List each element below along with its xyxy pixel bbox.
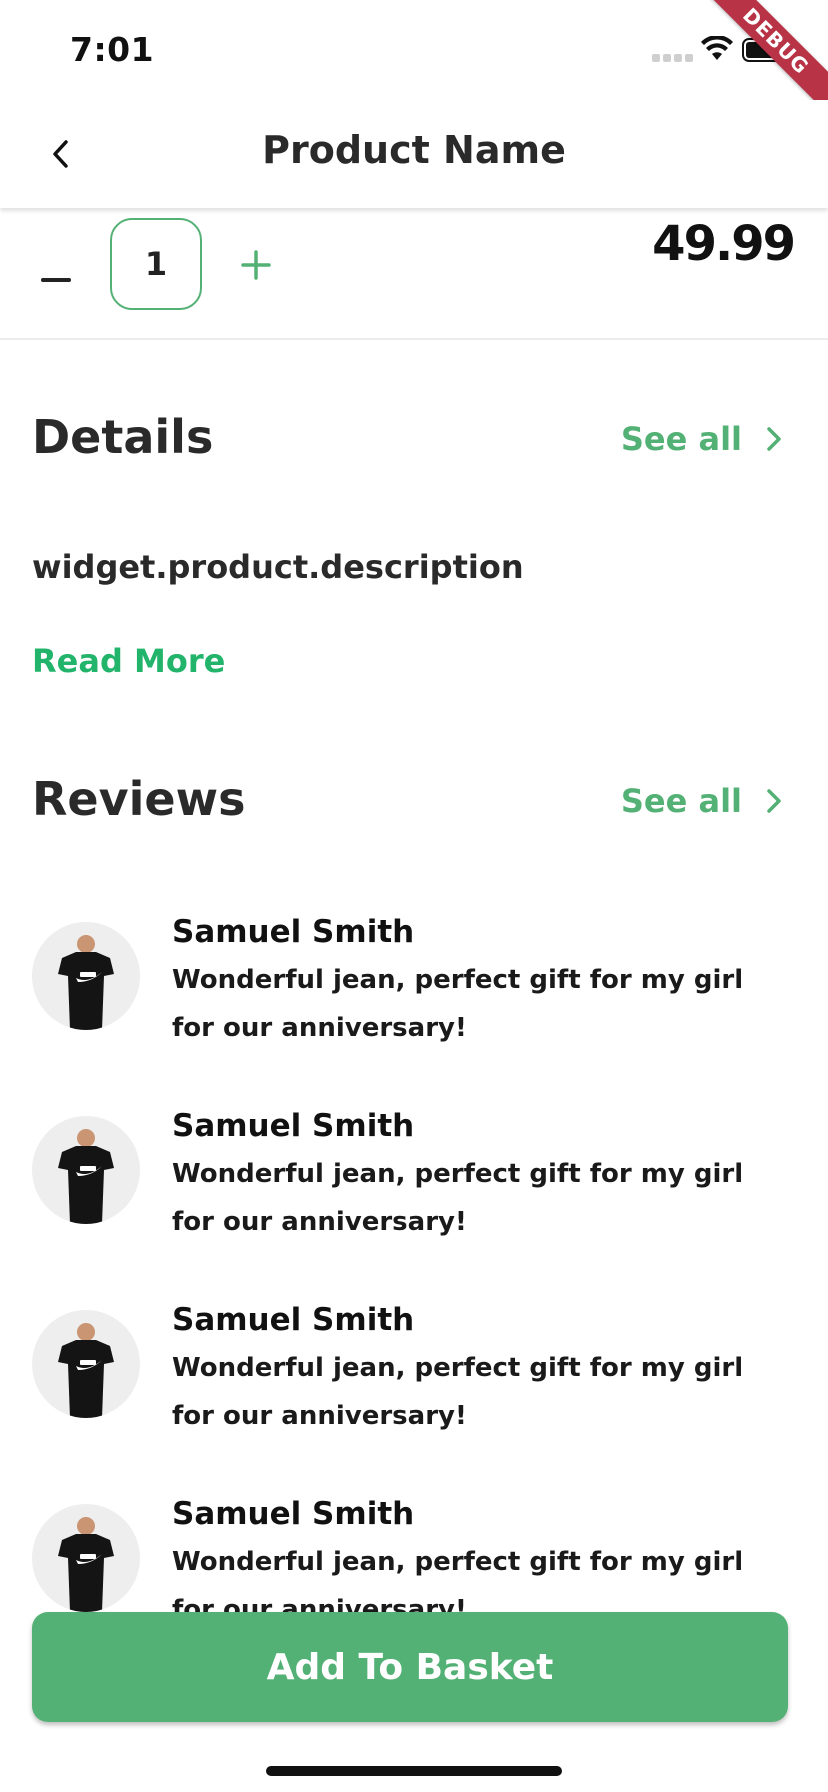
reviewer-name: Samuel Smith — [172, 1108, 415, 1144]
reviewer-avatar — [32, 1310, 140, 1418]
signal-icon — [652, 54, 693, 62]
review-text: Wonderful jean, perfect gift for my girl… — [172, 965, 744, 1043]
chevron-right-icon — [767, 427, 781, 451]
reviews-see-all-button[interactable]: See all — [621, 782, 786, 820]
product-description: widget.product.description — [32, 548, 524, 586]
see-all-label: See all — [620, 782, 742, 820]
tshirt-photo-icon — [58, 1129, 114, 1224]
reviewer-avatar — [32, 1504, 140, 1612]
quantity-row: 1 49.99 — [0, 208, 828, 340]
app-bar: Product Name — [0, 100, 828, 208]
home-indicator — [266, 1766, 562, 1776]
reviewer-name: Samuel Smith — [172, 914, 415, 950]
review-text: Wonderful jean, perfect gift for my girl… — [172, 1159, 744, 1237]
reviewer-avatar — [32, 1116, 140, 1224]
reviews-header: Reviews See all — [32, 772, 796, 832]
tshirt-photo-icon — [58, 1517, 114, 1612]
product-price: 49.99 — [652, 216, 796, 272]
reviews-title: Reviews — [32, 772, 246, 826]
details-header: Details See all — [32, 410, 796, 470]
product-detail-screen: 7:01 DEBUG Product Name 1 49.99 Details … — [0, 0, 828, 1792]
increase-quantity-button[interactable] — [234, 243, 278, 287]
see-all-label: See all — [620, 420, 742, 458]
reviewer-name: Samuel Smith — [172, 1302, 415, 1338]
chevron-right-icon — [767, 789, 781, 813]
status-bar: 7:01 — [0, 0, 828, 100]
plus-icon — [241, 250, 271, 280]
minus-icon — [41, 278, 71, 282]
read-more-link[interactable]: Read More — [32, 642, 225, 680]
quantity-value: 1 — [110, 218, 202, 310]
reviewer-avatar — [32, 922, 140, 1030]
review-item[interactable]: Samuel Smith Wonderful jean, perfect gif… — [32, 914, 796, 1074]
tshirt-photo-icon — [58, 1323, 114, 1418]
review-item[interactable]: Samuel Smith Wonderful jean, perfect gif… — [32, 1108, 796, 1268]
details-title: Details — [32, 410, 214, 464]
page-title: Product Name — [262, 128, 566, 172]
add-to-basket-button[interactable]: Add To Basket — [32, 1612, 788, 1722]
status-time: 7:01 — [70, 30, 155, 69]
reviewer-name: Samuel Smith — [172, 1496, 415, 1532]
details-see-all-button[interactable]: See all — [621, 420, 786, 458]
tshirt-photo-icon — [58, 935, 114, 1030]
review-text: Wonderful jean, perfect gift for my girl… — [172, 1353, 744, 1431]
decrease-quantity-button[interactable] — [34, 258, 78, 302]
wifi-icon — [701, 36, 733, 60]
review-item[interactable]: Samuel Smith Wonderful jean, perfect gif… — [32, 1302, 796, 1462]
